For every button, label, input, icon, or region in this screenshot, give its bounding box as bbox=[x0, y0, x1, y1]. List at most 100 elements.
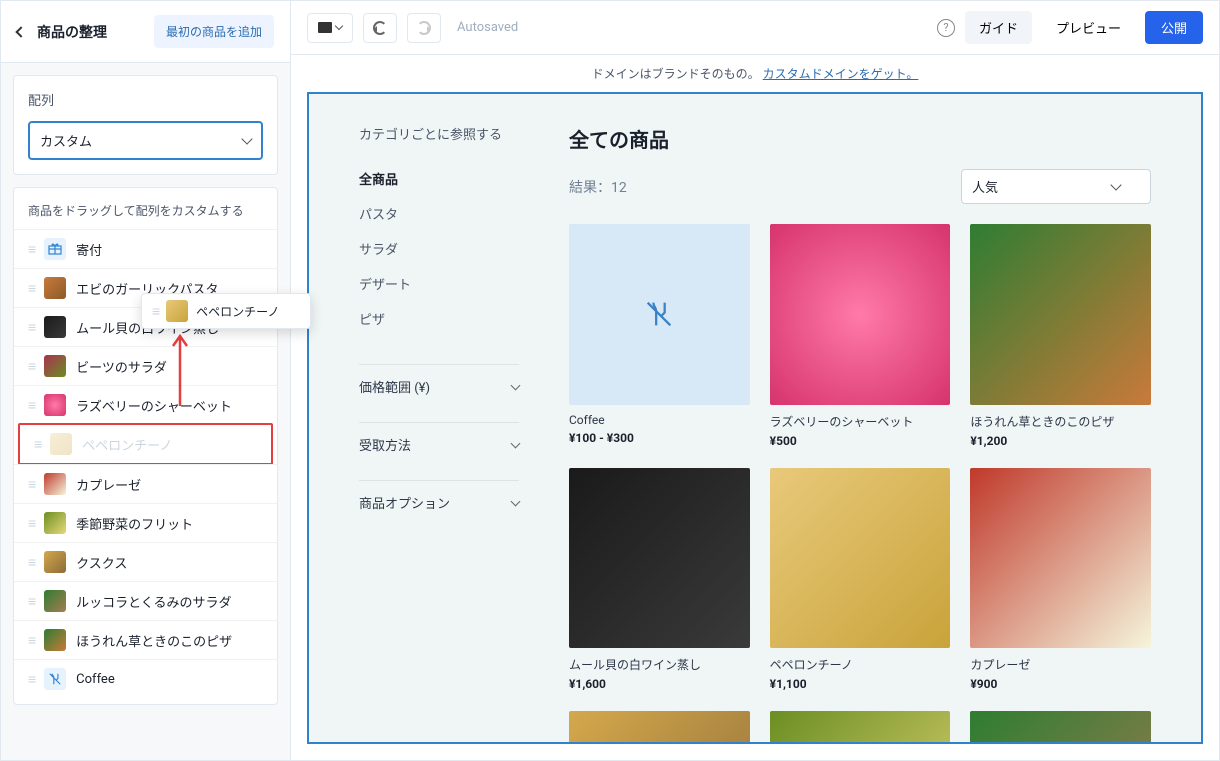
product-image[interactable] bbox=[770, 224, 951, 405]
product-thumb bbox=[44, 277, 66, 299]
product-list-item[interactable]: ≡ ラズベリーのシャーベット bbox=[14, 385, 277, 424]
redo-icon bbox=[417, 21, 431, 35]
custom-domain-link[interactable]: カスタムドメインをゲット。 bbox=[763, 67, 919, 81]
preview-button[interactable]: プレビュー bbox=[1042, 11, 1135, 44]
filter-row[interactable]: 価格範囲 (¥) bbox=[359, 364, 519, 408]
question-icon: ? bbox=[943, 21, 948, 34]
sidebar-header: 商品の整理 最初の商品を追加 bbox=[1, 1, 290, 63]
product-item-label: Coffee bbox=[76, 672, 115, 687]
chevron-left-icon bbox=[15, 26, 26, 37]
product-price: ¥1,200 bbox=[970, 434, 1151, 448]
product-list-item[interactable]: ≡クスクス bbox=[14, 542, 277, 581]
drag-handle-icon[interactable]: ≡ bbox=[28, 476, 34, 493]
chevron-down-icon bbox=[511, 496, 521, 506]
product-image[interactable] bbox=[970, 468, 1151, 649]
product-name: Coffee bbox=[569, 413, 750, 427]
guide-button[interactable]: ガイド bbox=[965, 11, 1032, 44]
product-list-panel: 商品をドラッグして配列をカスタムする ≡寄付≡エビのガーリックパスタ≡ムール貝の… bbox=[13, 187, 278, 705]
product-image[interactable] bbox=[970, 711, 1151, 744]
drag-handle-icon[interactable]: ≡ bbox=[28, 358, 34, 375]
product-image[interactable] bbox=[970, 224, 1151, 405]
product-image[interactable] bbox=[569, 468, 750, 649]
sort-panel-title: 配列 bbox=[28, 90, 263, 109]
product-name: ムール貝の白ワイン蒸し bbox=[569, 656, 750, 673]
preview-canvas[interactable]: カテゴリごとに参照する 全商品パスタサラダデザートピザ 価格範囲 (¥) 受取方法… bbox=[307, 92, 1203, 744]
product-card[interactable]: カプレーゼ¥900 bbox=[970, 468, 1151, 692]
results-text: 結果：12 bbox=[569, 177, 627, 197]
product-thumb bbox=[166, 300, 188, 322]
drag-handle-icon[interactable]: ≡ bbox=[28, 319, 34, 336]
drag-handle-icon[interactable]: ≡ bbox=[28, 397, 34, 414]
product-list-item[interactable]: ≡カプレーゼ bbox=[14, 464, 277, 503]
product-thumb bbox=[44, 629, 66, 651]
product-card[interactable]: ほうれん草ときのこのピザ ¥1,200 bbox=[970, 224, 1151, 448]
product-image[interactable] bbox=[569, 224, 750, 405]
product-list-item[interactable]: ≡ 季節野菜のフリット bbox=[14, 503, 277, 542]
product-list-item[interactable]: ≡ 寄付 bbox=[14, 229, 277, 268]
category-heading: カテゴリごとに参照する bbox=[359, 124, 519, 143]
drag-handle-icon[interactable]: ≡ bbox=[28, 515, 34, 532]
category-item[interactable]: 全商品 bbox=[359, 161, 519, 196]
viewport-switcher[interactable] bbox=[307, 13, 353, 43]
product-sort-select[interactable]: 人気 bbox=[961, 169, 1151, 204]
notice-text: ドメインはブランドそのもの。 bbox=[592, 67, 760, 81]
product-thumb bbox=[44, 355, 66, 377]
filter-row[interactable]: 受取方法 bbox=[359, 422, 519, 466]
dragging-item[interactable]: ≡ ペペロンチーノ bbox=[141, 293, 311, 329]
category-item[interactable]: サラダ bbox=[359, 231, 519, 266]
publish-button[interactable]: 公開 bbox=[1145, 11, 1203, 44]
product-image[interactable] bbox=[770, 711, 951, 744]
drag-handle-icon[interactable]: ≡ bbox=[28, 632, 34, 649]
product-list-item[interactable]: ≡ビーツのサラダ bbox=[14, 346, 277, 385]
drag-handle-icon[interactable]: ≡ bbox=[28, 241, 34, 258]
add-first-product-button[interactable]: 最初の商品を追加 bbox=[154, 15, 274, 48]
drag-handle-icon[interactable]: ≡ bbox=[28, 593, 34, 610]
gift-icon bbox=[44, 238, 66, 260]
sidebar-title: 商品の整理 bbox=[37, 22, 107, 42]
product-card[interactable]: ムール貝の白ワイン蒸し ¥1,600 bbox=[569, 468, 750, 692]
utensils-icon bbox=[44, 668, 66, 690]
product-list-item[interactable]: ≡ほうれん草ときのこのピザ bbox=[14, 620, 277, 659]
domain-notice: ドメインはブランドそのもの。 カスタムドメインをゲット。 bbox=[291, 55, 1219, 92]
product-list-item[interactable]: ≡ルッコラとくるみのサラダ bbox=[14, 581, 277, 620]
category-item[interactable]: デザート bbox=[359, 266, 519, 301]
help-button[interactable]: ? bbox=[937, 19, 955, 37]
chevron-down-icon bbox=[511, 438, 521, 448]
product-name: ラズベリーのシャーベット bbox=[770, 413, 951, 430]
category-item[interactable]: ピザ bbox=[359, 301, 519, 336]
undo-icon bbox=[373, 21, 387, 35]
category-item[interactable]: パスタ bbox=[359, 196, 519, 231]
drag-handle-icon[interactable]: ≡ bbox=[28, 554, 34, 571]
filter-row[interactable]: 商品オプション bbox=[359, 480, 519, 524]
utensils-icon bbox=[642, 297, 676, 331]
topbar: Autosaved ? ガイド プレビュー 公開 bbox=[291, 1, 1219, 55]
product-price: ¥1,600 bbox=[569, 677, 750, 691]
product-thumb bbox=[44, 551, 66, 573]
product-list-item[interactable]: ≡ Coffee bbox=[14, 659, 277, 698]
product-list-item[interactable]: ≡ ペペロンチーノ bbox=[18, 423, 273, 465]
autosaved-label: Autosaved bbox=[457, 20, 518, 35]
filter-label: 商品オプション bbox=[359, 493, 450, 512]
arrow-up-icon bbox=[170, 328, 190, 408]
product-image[interactable] bbox=[770, 468, 951, 649]
product-item-label: 寄付 bbox=[76, 240, 102, 259]
drag-handle-icon[interactable]: ≡ bbox=[28, 280, 34, 297]
product-name: ほうれん草ときのこのピザ bbox=[970, 413, 1151, 430]
product-image[interactable] bbox=[569, 711, 750, 744]
product-card[interactable]: ペペロンチーノ¥1,100 bbox=[770, 468, 951, 692]
redo-button[interactable] bbox=[407, 13, 441, 43]
product-item-label: 季節野菜のフリット bbox=[76, 514, 193, 533]
product-name: ペペロンチーノ bbox=[770, 656, 951, 673]
product-card[interactable]: Coffee¥100 - ¥300 bbox=[569, 224, 750, 448]
undo-button[interactable] bbox=[363, 13, 397, 43]
products-column: 全ての商品 結果：12 人気 Coffee¥100 - ¥300ラズベリーのシャ… bbox=[569, 124, 1151, 744]
chevron-down-icon bbox=[241, 133, 252, 144]
sort-select[interactable]: カスタム bbox=[28, 121, 263, 160]
back-button[interactable]: 商品の整理 bbox=[17, 22, 107, 42]
product-item-label: ラズベリーのシャーベット bbox=[76, 396, 232, 415]
sidebar: 商品の整理 最初の商品を追加 配列 カスタム 商品をドラッグして配列をカスタムす… bbox=[1, 1, 291, 760]
product-item-label: ペペロンチーノ bbox=[82, 435, 172, 454]
drag-handle-icon[interactable]: ≡ bbox=[28, 671, 34, 688]
product-card[interactable]: ラズベリーのシャーベット¥500 bbox=[770, 224, 951, 448]
drag-handle-icon[interactable]: ≡ bbox=[34, 436, 40, 453]
